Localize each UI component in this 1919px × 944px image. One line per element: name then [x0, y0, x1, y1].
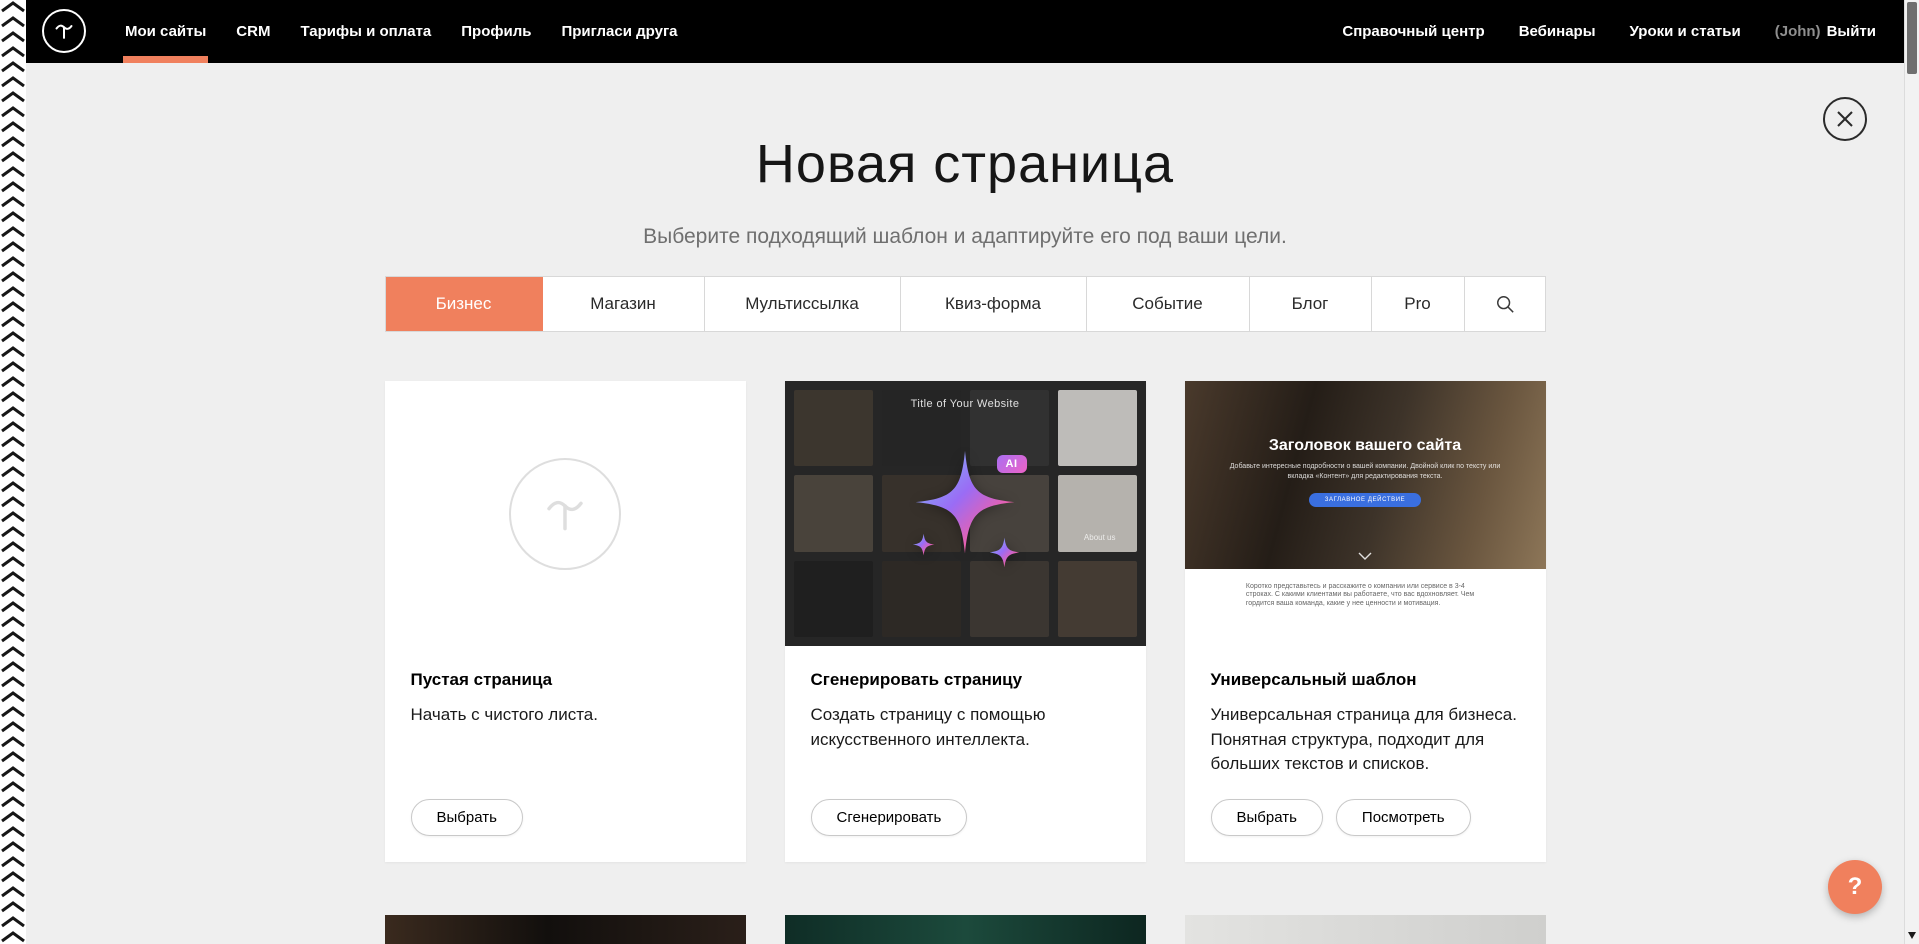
nav-webinars[interactable]: Вебинары	[1502, 23, 1613, 40]
user-name: (John)	[1775, 23, 1821, 40]
tilda-logo-icon	[49, 16, 79, 46]
tab-search[interactable]	[1465, 277, 1545, 331]
preview-hero: Заголовок вашего сайта Добавьте интересн…	[1185, 381, 1546, 569]
top-nav: Мои сайты CRM Тарифы и оплата Профиль Пр…	[26, 0, 1904, 63]
logout-link[interactable]: Выйти	[1827, 23, 1876, 40]
nav-invite-friend[interactable]: Пригласи друга	[546, 0, 692, 63]
search-icon	[1495, 294, 1515, 314]
preview-body: Коротко представьтесь и расскажите о ком…	[1185, 569, 1546, 646]
scrollbar-thumb[interactable]	[1907, 2, 1917, 74]
tilda-watermark-icon	[509, 458, 621, 570]
nav-tariffs[interactable]: Тарифы и оплата	[285, 0, 446, 63]
template-tabs: Бизнес Магазин Мультиссылка Квиз-форма С…	[385, 276, 1546, 332]
card-description: Универсальная страница для бизнеса. Поня…	[1211, 703, 1520, 777]
preview-title: Заголовок вашего сайта	[1269, 437, 1461, 455]
secondary-menu: Справочный центр Вебинары Уроки и статьи…	[1325, 0, 1904, 63]
upcoming-template-card[interactable]	[785, 915, 1146, 944]
tab-shop[interactable]: Магазин	[543, 277, 705, 331]
card-description: Начать с чистого листа.	[411, 703, 720, 728]
page-title: Новая страница	[385, 133, 1546, 195]
tab-blog[interactable]: Блог	[1250, 277, 1372, 331]
page-subtitle: Выберите подходящий шаблон и адаптируйте…	[385, 225, 1546, 249]
card-generate-page[interactable]: Title of Your Website About us	[785, 381, 1146, 862]
nav-profile[interactable]: Профиль	[446, 0, 546, 63]
tab-business[interactable]: Бизнес	[386, 277, 543, 331]
preview-body-text: Коротко представьтесь и расскажите о ком…	[1246, 583, 1484, 608]
generate-button[interactable]: Сгенерировать	[811, 799, 968, 836]
nav-help-center[interactable]: Справочный центр	[1325, 23, 1501, 40]
tab-event[interactable]: Событие	[1087, 277, 1250, 331]
tab-multilink[interactable]: Мультиссылка	[705, 277, 901, 331]
select-button[interactable]: Выбрать	[411, 799, 523, 836]
ai-template-preview: Title of Your Website About us	[785, 381, 1146, 646]
close-button[interactable]	[1823, 97, 1867, 141]
ai-badge: AI	[997, 455, 1027, 473]
zigzag-decoration	[0, 0, 26, 944]
main-menu: Мои сайты CRM Тарифы и оплата Профиль Пр…	[110, 0, 693, 63]
blank-page-preview	[385, 381, 746, 646]
view-button[interactable]: Посмотреть	[1336, 799, 1471, 836]
nav-my-sites[interactable]: Мои сайты	[110, 0, 221, 63]
template-cards: Пустая страница Начать с чистого листа. …	[385, 381, 1546, 862]
nav-lessons[interactable]: Уроки и статьи	[1613, 23, 1758, 40]
tilda-logo[interactable]	[42, 9, 86, 53]
nav-crm[interactable]: CRM	[221, 0, 285, 63]
upcoming-template-card[interactable]	[1185, 915, 1546, 944]
card-universal-template[interactable]: Заголовок вашего сайта Добавьте интересн…	[1185, 381, 1546, 862]
tab-quiz[interactable]: Квиз-форма	[901, 277, 1087, 331]
user-logout[interactable]: (John) Выйти	[1758, 23, 1876, 40]
card-title: Пустая страница	[411, 670, 720, 690]
close-icon	[1836, 110, 1854, 128]
upcoming-template-card[interactable]	[385, 915, 746, 944]
scroll-down-arrow-icon	[1908, 932, 1916, 939]
chevron-down-icon	[1185, 552, 1546, 561]
card-blank-page[interactable]: Пустая страница Начать с чистого листа. …	[385, 381, 746, 862]
card-description: Создать страницу с помощью искусственног…	[811, 703, 1120, 752]
template-preview: Заголовок вашего сайта Добавьте интересн…	[1185, 381, 1546, 646]
ai-sparkle-icon	[785, 381, 1146, 646]
scrollbar[interactable]	[1904, 0, 1919, 944]
card-title: Универсальный шаблон	[1211, 670, 1520, 690]
select-button[interactable]: Выбрать	[1211, 799, 1323, 836]
tab-pro[interactable]: Pro	[1372, 277, 1465, 331]
card-title: Сгенерировать страницу	[811, 670, 1120, 690]
upcoming-template-row	[385, 915, 1546, 944]
preview-subtitle: Добавьте интересные подробности о вашей …	[1228, 462, 1502, 482]
help-button[interactable]: ?	[1828, 860, 1882, 914]
new-page-dialog: Новая страница Выберите подходящий шабло…	[26, 63, 1904, 944]
preview-cta-button: ЗАГЛАВНОЕ ДЕЙСТВИЕ	[1309, 493, 1421, 507]
